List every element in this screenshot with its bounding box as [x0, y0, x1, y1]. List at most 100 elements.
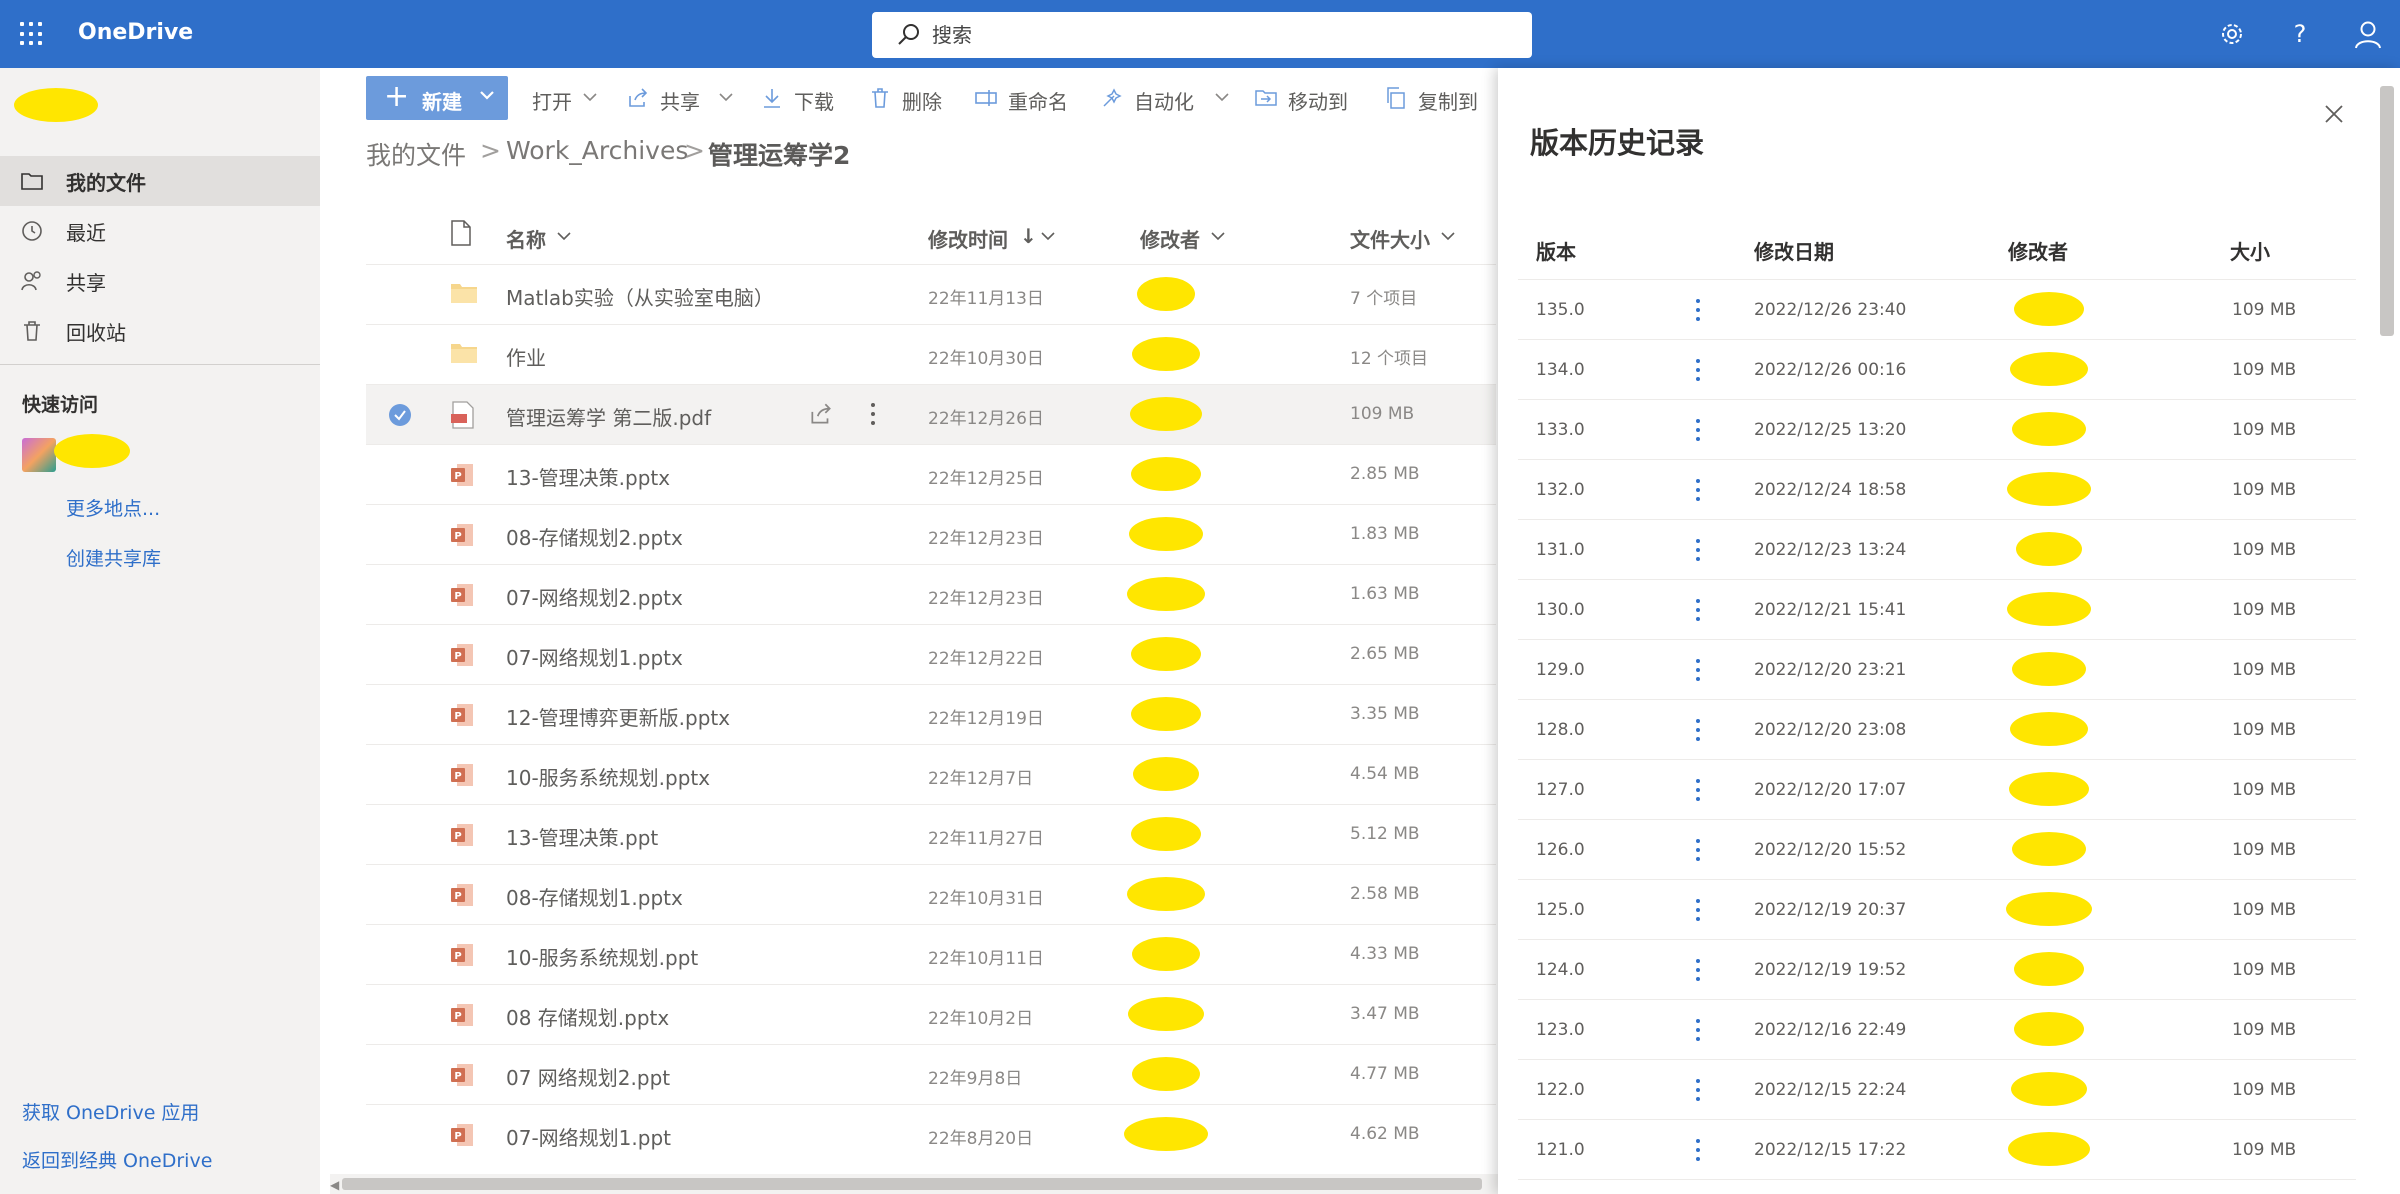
create-shared-library-link[interactable]: 创建共享库 — [66, 544, 161, 571]
file-name[interactable]: 作业 — [506, 342, 546, 371]
version-row[interactable]: 133.0 2022/12/25 13:20 109 MB — [1518, 400, 2356, 460]
version-row[interactable]: 131.0 2022/12/23 13:24 109 MB — [1518, 520, 2356, 580]
nav-item-shared[interactable]: 共享 — [0, 256, 320, 306]
more-options-icon[interactable] — [1692, 956, 1704, 984]
svg-text:P: P — [454, 531, 461, 542]
more-places-link[interactable]: 更多地点... — [66, 494, 160, 521]
file-row[interactable]: P 13-管理决策.ppt 22年11月27日 5.12 MB — [366, 804, 1496, 864]
search-box[interactable] — [872, 12, 1532, 58]
close-icon[interactable] — [2322, 102, 2346, 126]
scroll-left-icon[interactable]: ◀ — [330, 1178, 339, 1192]
more-options-icon[interactable] — [1692, 416, 1704, 444]
file-size: 7 个项目 — [1350, 289, 1418, 309]
version-row[interactable]: 128.0 2022/12/20 23:08 109 MB — [1518, 700, 2356, 760]
version-row[interactable]: 132.0 2022/12/24 18:58 109 MB — [1518, 460, 2356, 520]
file-name[interactable]: 07-网络规划2.pptx — [506, 582, 683, 611]
file-name[interactable]: 13-管理决策.ppt — [506, 822, 658, 851]
more-options-icon[interactable] — [1692, 776, 1704, 804]
file-name[interactable]: 08-存储规划1.pptx — [506, 882, 683, 911]
file-name[interactable]: 08 存储规划.pptx — [506, 1002, 669, 1031]
file-name[interactable]: 07-网络规划1.pptx — [506, 642, 683, 671]
account-icon[interactable] — [2352, 18, 2384, 50]
file-row[interactable]: 管理运筹学 第二版.pdf 22年12月26日 109 MB — [366, 384, 1496, 444]
file-name[interactable]: 10-服务系统规划.ppt — [506, 942, 698, 971]
horizontal-scrollbar[interactable]: ◀ — [330, 1174, 1500, 1194]
file-row[interactable]: P 07-网络规划1.ppt 22年8月20日 4.62 MB — [366, 1104, 1496, 1164]
app-title[interactable]: OneDrive — [78, 20, 193, 45]
file-name[interactable]: 12-管理博弈更新版.pptx — [506, 702, 730, 731]
file-row[interactable]: P 08 存储规划.pptx 22年10月2日 3.47 MB — [366, 984, 1496, 1044]
chevron-down-icon — [1041, 232, 1055, 241]
version-row[interactable]: 127.0 2022/12/20 17:07 109 MB — [1518, 760, 2356, 820]
redacted-modifier — [1131, 457, 1201, 491]
more-options-icon[interactable] — [1692, 1076, 1704, 1104]
version-row[interactable]: 134.0 2022/12/26 00:16 109 MB — [1518, 340, 2356, 400]
more-options-icon[interactable] — [1692, 896, 1704, 924]
more-options-icon[interactable] — [1692, 356, 1704, 384]
version-row[interactable]: 129.0 2022/12/20 23:21 109 MB — [1518, 640, 2356, 700]
file-row[interactable]: Matlab实验（从实验室电脑） 22年11月13日 7 个项目 — [366, 264, 1496, 324]
scrollbar-thumb[interactable] — [342, 1178, 1482, 1190]
svg-text:P: P — [454, 651, 461, 662]
new-button[interactable]: + 新建 — [366, 76, 508, 120]
file-row[interactable]: 作业 22年10月30日 12 个项目 — [366, 324, 1496, 384]
more-options-icon[interactable] — [1692, 536, 1704, 564]
classic-onedrive-link[interactable]: 返回到经典 OneDrive — [22, 1146, 212, 1173]
version-row[interactable]: 121.0 2022/12/15 17:22 109 MB — [1518, 1120, 2356, 1180]
more-options-icon[interactable] — [1692, 1016, 1704, 1044]
check-circle-icon[interactable] — [388, 403, 412, 427]
more-options-icon[interactable] — [1692, 836, 1704, 864]
get-onedrive-app-link[interactable]: 获取 OneDrive 应用 — [22, 1098, 199, 1125]
version-row[interactable]: 123.0 2022/12/16 22:49 109 MB — [1518, 1000, 2356, 1060]
more-options-icon[interactable] — [1692, 716, 1704, 744]
file-row[interactable]: P 07 网络规划2.ppt 22年9月8日 4.77 MB — [366, 1044, 1496, 1104]
file-row[interactable]: P 10-服务系统规划.pptx 22年12月7日 4.54 MB — [366, 744, 1496, 804]
vertical-scrollbar[interactable] — [2374, 68, 2400, 1194]
file-name[interactable]: 07-网络规划1.ppt — [506, 1122, 671, 1151]
file-name[interactable]: 07 网络规划2.ppt — [506, 1062, 670, 1091]
breadcrumb-item[interactable]: Work_Archives — [506, 136, 688, 165]
more-options-icon[interactable] — [866, 399, 880, 429]
more-options-icon[interactable] — [1692, 596, 1704, 624]
settings-icon[interactable] — [2216, 18, 2248, 50]
file-name[interactable]: 08-存储规划2.pptx — [506, 522, 683, 551]
file-name[interactable]: 13-管理决策.pptx — [506, 462, 670, 491]
version-date: 2022/12/25 13:20 — [1754, 420, 1907, 440]
nav-item-recent[interactable]: 最近 — [0, 206, 320, 256]
more-options-icon[interactable] — [1692, 656, 1704, 684]
version-row[interactable]: 125.0 2022/12/19 20:37 109 MB — [1518, 880, 2356, 940]
scrollbar-thumb[interactable] — [2380, 86, 2394, 336]
nav-item-my-files[interactable]: 我的文件 — [0, 156, 320, 206]
file-type-header-icon[interactable] — [450, 220, 472, 246]
search-input[interactable] — [932, 12, 1512, 58]
file-row[interactable]: P 10-服务系统规划.ppt 22年10月11日 4.33 MB — [366, 924, 1496, 984]
more-options-icon[interactable] — [1692, 476, 1704, 504]
version-row[interactable]: 130.0 2022/12/21 15:41 109 MB — [1518, 580, 2356, 640]
file-name[interactable]: Matlab实验（从实验室电脑） — [506, 282, 774, 311]
version-row[interactable]: 122.0 2022/12/15 22:24 109 MB — [1518, 1060, 2356, 1120]
file-name[interactable]: 管理运筹学 第二版.pdf — [506, 402, 711, 431]
file-name[interactable]: 10-服务系统规划.pptx — [506, 762, 710, 791]
version-row[interactable]: 126.0 2022/12/20 15:52 109 MB — [1518, 820, 2356, 880]
version-row[interactable]: 135.0 2022/12/26 23:40 109 MB — [1518, 280, 2356, 340]
svg-text:P: P — [454, 831, 461, 842]
help-icon[interactable]: ? — [2284, 18, 2316, 50]
file-row[interactable]: P 13-管理决策.pptx 22年12月25日 2.85 MB — [366, 444, 1496, 504]
file-row[interactable]: P 08-存储规划2.pptx 22年12月23日 1.83 MB — [366, 504, 1496, 564]
more-options-icon[interactable] — [1692, 296, 1704, 324]
file-row[interactable]: P 07-网络规划1.pptx 22年12月22日 2.65 MB — [366, 624, 1496, 684]
version-size: 109 MB — [2232, 660, 2297, 680]
version-row[interactable]: 124.0 2022/12/19 19:52 109 MB — [1518, 940, 2356, 1000]
nav-label: 共享 — [66, 270, 106, 295]
more-options-icon[interactable] — [1692, 1136, 1704, 1164]
share-icon[interactable] — [808, 401, 834, 427]
breadcrumb-item[interactable]: 我的文件 — [366, 136, 466, 172]
rename-label: 重命名 — [1008, 90, 1068, 114]
file-row[interactable]: P 08-存储规划1.pptx 22年10月31日 2.58 MB — [366, 864, 1496, 924]
nav-item-recycle-bin[interactable]: 回收站 — [0, 306, 320, 356]
redacted-modifier — [1127, 577, 1205, 611]
app-launcher-icon[interactable] — [20, 22, 44, 46]
quick-access-avatar[interactable] — [22, 438, 56, 472]
file-row[interactable]: P 07-网络规划2.pptx 22年12月23日 1.63 MB — [366, 564, 1496, 624]
file-row[interactable]: P 12-管理博弈更新版.pptx 22年12月19日 3.35 MB — [366, 684, 1496, 744]
